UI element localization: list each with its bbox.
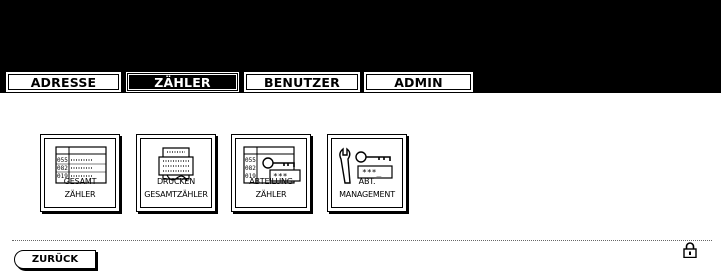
abteilung-zahler-label: ABTEILUNG ZÄHLER xyxy=(249,177,293,199)
svg-text:055: 055 xyxy=(245,157,256,164)
button-frame: 055 082 019 GESAMT ZÄHLER xyxy=(44,138,116,208)
tab-benutzer[interactable]: BENUTZER xyxy=(244,72,360,92)
tab-zahler[interactable]: ZÄHLER xyxy=(126,72,239,92)
drucken-gesamtzahler-label: DRUCKEN GESAMTZÄHLER xyxy=(144,177,208,199)
tab-divider xyxy=(0,92,721,93)
footer-divider xyxy=(12,240,712,241)
gesamt-zahler-button[interactable]: 055 082 019 GESAMT ZÄHLER xyxy=(40,134,120,212)
lock-icon xyxy=(683,242,697,258)
svg-text:055: 055 xyxy=(57,157,68,164)
svg-text:082: 082 xyxy=(245,165,256,172)
button-frame: DRUCKEN GESAMTZÄHLER xyxy=(140,138,212,208)
tab-bar: ADRESSE ZÄHLER BENUTZER ADMIN xyxy=(0,72,721,92)
svg-text:082: 082 xyxy=(57,165,68,172)
abt-management-label: ABT. MANAGEMENT xyxy=(339,177,395,199)
tab-adresse[interactable]: ADRESSE xyxy=(6,72,121,92)
button-frame: ***_ ABT. MANAGEMENT xyxy=(331,138,403,208)
zuruck-button[interactable]: ZURÜCK xyxy=(14,250,96,269)
tab-admin[interactable]: ADMIN xyxy=(364,72,473,92)
abteilung-zahler-button[interactable]: 055 082 019 ***_ ABTEILUNG ZÄHLER xyxy=(231,134,311,212)
gesamt-zahler-label: GESAMT ZÄHLER xyxy=(63,177,97,199)
abt-management-button[interactable]: ***_ ABT. MANAGEMENT xyxy=(327,134,407,212)
drucken-gesamtzahler-button[interactable]: DRUCKEN GESAMTZÄHLER xyxy=(136,134,216,212)
button-frame: 055 082 019 ***_ ABTEILUNG ZÄHLER xyxy=(235,138,307,208)
